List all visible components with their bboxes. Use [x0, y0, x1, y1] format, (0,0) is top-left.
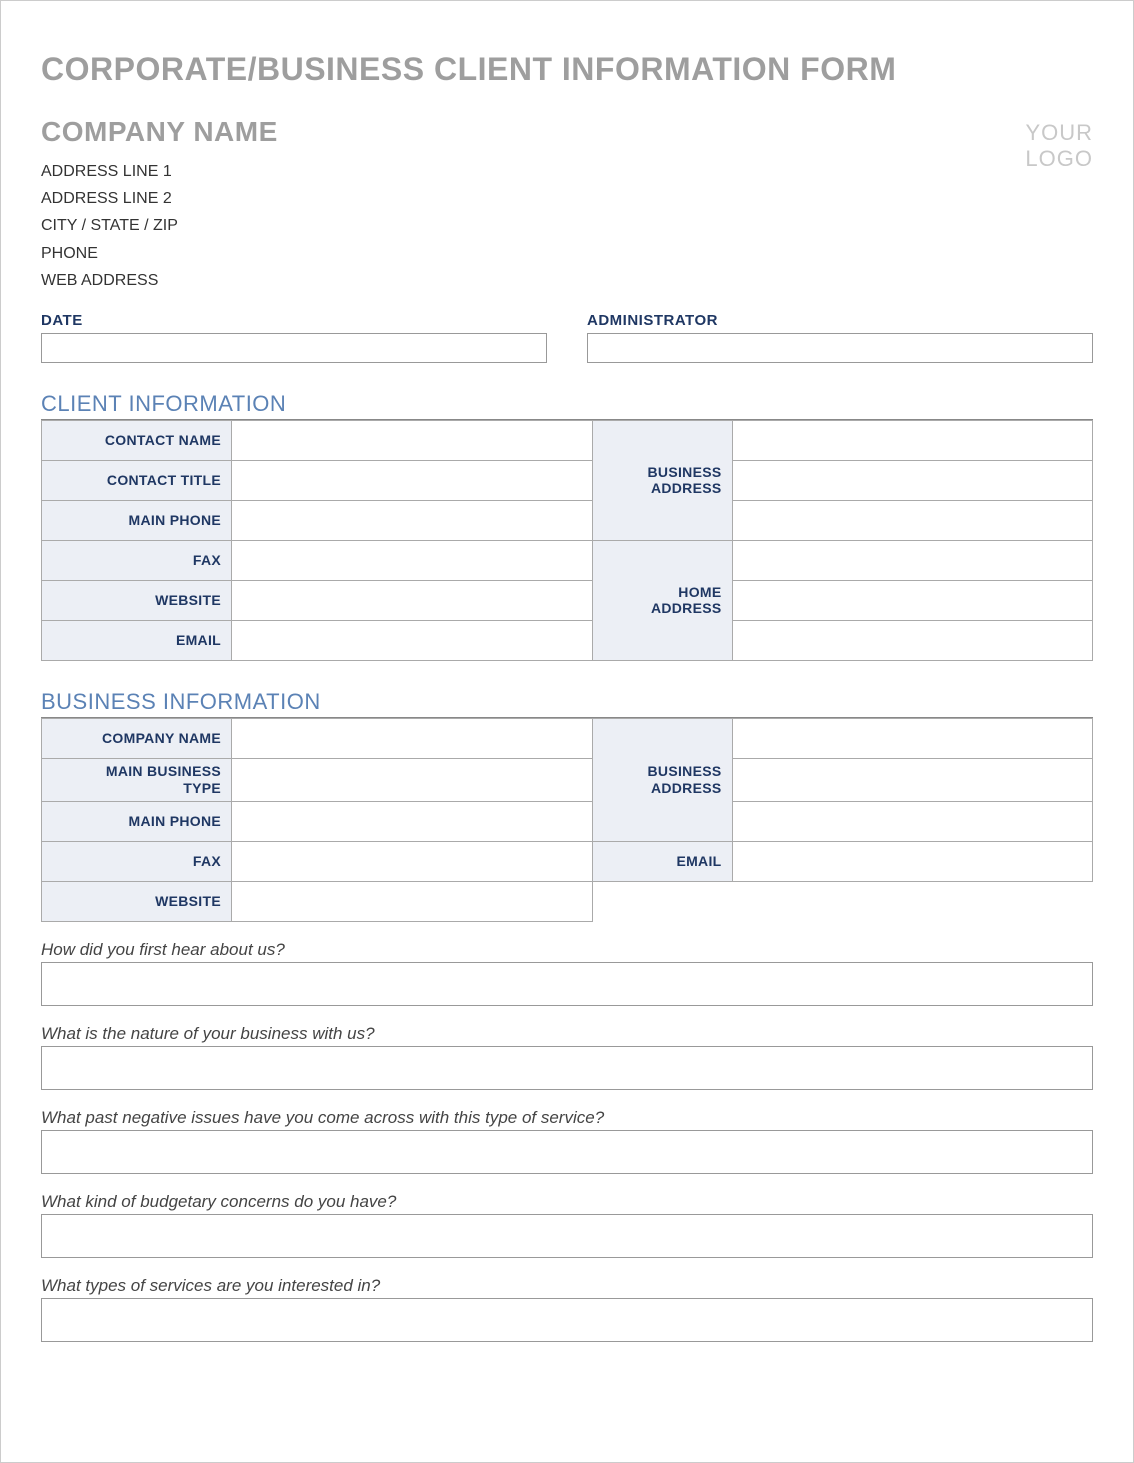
client-home-address-input-2[interactable]	[732, 580, 1093, 620]
client-main-phone-label: MAIN PHONE	[42, 500, 232, 540]
client-business-address-input-2[interactable]	[732, 460, 1093, 500]
logo-line-1: YOUR	[1025, 120, 1093, 146]
biz-website-label: WEBSITE	[42, 881, 232, 921]
question-1-label: How did you first hear about us?	[41, 940, 1093, 960]
company-block: COMPANY NAME ADDRESS LINE 1 ADDRESS LINE…	[41, 116, 278, 294]
client-fax-input[interactable]	[232, 540, 593, 580]
question-4-input[interactable]	[41, 1214, 1093, 1258]
admin-col: ADMINISTRATOR	[587, 312, 1093, 363]
biz-company-name-input[interactable]	[232, 718, 593, 758]
client-home-address-input-1[interactable]	[732, 540, 1093, 580]
date-input[interactable]	[41, 333, 547, 363]
client-business-address-input-3[interactable]	[732, 500, 1093, 540]
client-business-address-label-l2: ADDRESS	[651, 480, 722, 496]
company-header: COMPANY NAME ADDRESS LINE 1 ADDRESS LINE…	[41, 116, 1093, 294]
form-title: CORPORATE/BUSINESS CLIENT INFORMATION FO…	[41, 51, 1093, 88]
question-block-4: What kind of budgetary concerns do you h…	[41, 1192, 1093, 1258]
biz-business-address-label: BUSINESS ADDRESS	[592, 718, 732, 841]
company-city-state-zip: CITY / STATE / ZIP	[41, 212, 278, 239]
question-4-label: What kind of budgetary concerns do you h…	[41, 1192, 1093, 1212]
biz-business-address-input-1[interactable]	[732, 718, 1093, 758]
admin-input[interactable]	[587, 333, 1093, 363]
company-address-2: ADDRESS LINE 2	[41, 185, 278, 212]
biz-company-name-label: COMPANY NAME	[42, 718, 232, 758]
biz-fax-label: FAX	[42, 841, 232, 881]
client-business-address-input-1[interactable]	[732, 420, 1093, 460]
client-main-phone-input[interactable]	[232, 500, 593, 540]
client-email-label: EMAIL	[42, 620, 232, 660]
company-name: COMPANY NAME	[41, 116, 278, 148]
client-contact-title-input[interactable]	[232, 460, 593, 500]
client-business-address-label-l1: BUSINESS	[648, 464, 722, 480]
date-admin-row: DATE ADMINISTRATOR	[41, 312, 1093, 363]
question-block-3: What past negative issues have you come …	[41, 1108, 1093, 1174]
question-3-label: What past negative issues have you come …	[41, 1108, 1093, 1128]
biz-business-address-input-3[interactable]	[732, 801, 1093, 841]
client-home-address-label: HOME ADDRESS	[592, 540, 732, 660]
biz-main-business-type-label-l1: MAIN BUSINESS	[106, 763, 221, 779]
admin-label: ADMINISTRATOR	[587, 312, 1093, 329]
client-business-address-label: BUSINESS ADDRESS	[592, 420, 732, 540]
client-contact-name-label: CONTACT NAME	[42, 420, 232, 460]
biz-website-input[interactable]	[232, 881, 593, 921]
company-web: WEB ADDRESS	[41, 267, 278, 294]
client-home-address-label-l2: ADDRESS	[651, 600, 722, 616]
biz-email-label: EMAIL	[592, 841, 732, 881]
biz-email-input[interactable]	[732, 841, 1093, 881]
question-block-5: What types of services are you intereste…	[41, 1276, 1093, 1342]
biz-main-phone-label: MAIN PHONE	[42, 801, 232, 841]
logo-placeholder: YOUR LOGO	[1025, 116, 1093, 173]
company-phone: PHONE	[41, 240, 278, 267]
client-contact-name-input[interactable]	[232, 420, 593, 460]
client-section-title: CLIENT INFORMATION	[41, 391, 1093, 420]
biz-business-address-label-l1: BUSINESS	[648, 763, 722, 779]
company-address-1: ADDRESS LINE 1	[41, 158, 278, 185]
biz-empty-2	[732, 881, 1093, 921]
biz-main-business-type-label-l2: TYPE	[183, 780, 221, 796]
client-contact-title-label: CONTACT TITLE	[42, 460, 232, 500]
client-email-input[interactable]	[232, 620, 593, 660]
biz-main-phone-input[interactable]	[232, 801, 593, 841]
biz-empty-1	[592, 881, 732, 921]
question-1-input[interactable]	[41, 962, 1093, 1006]
biz-main-business-type-label: MAIN BUSINESS TYPE	[42, 758, 232, 801]
client-website-input[interactable]	[232, 580, 593, 620]
client-home-address-input-3[interactable]	[732, 620, 1093, 660]
logo-line-2: LOGO	[1025, 146, 1093, 172]
client-home-address-label-l1: HOME	[678, 584, 721, 600]
question-block-2: What is the nature of your business with…	[41, 1024, 1093, 1090]
date-label: DATE	[41, 312, 547, 329]
biz-fax-input[interactable]	[232, 841, 593, 881]
biz-main-business-type-input[interactable]	[232, 758, 593, 801]
question-3-input[interactable]	[41, 1130, 1093, 1174]
question-2-input[interactable]	[41, 1046, 1093, 1090]
question-5-label: What types of services are you intereste…	[41, 1276, 1093, 1296]
biz-business-address-label-l2: ADDRESS	[651, 780, 722, 796]
date-col: DATE	[41, 312, 547, 363]
business-table: COMPANY NAME BUSINESS ADDRESS MAIN BUSIN…	[41, 718, 1093, 922]
question-block-1: How did you first hear about us?	[41, 940, 1093, 1006]
question-5-input[interactable]	[41, 1298, 1093, 1342]
page: CORPORATE/BUSINESS CLIENT INFORMATION FO…	[0, 0, 1134, 1463]
business-section-title: BUSINESS INFORMATION	[41, 689, 1093, 718]
client-table: CONTACT NAME BUSINESS ADDRESS CONTACT TI…	[41, 420, 1093, 661]
question-2-label: What is the nature of your business with…	[41, 1024, 1093, 1044]
client-website-label: WEBSITE	[42, 580, 232, 620]
client-fax-label: FAX	[42, 540, 232, 580]
biz-business-address-input-2[interactable]	[732, 758, 1093, 801]
